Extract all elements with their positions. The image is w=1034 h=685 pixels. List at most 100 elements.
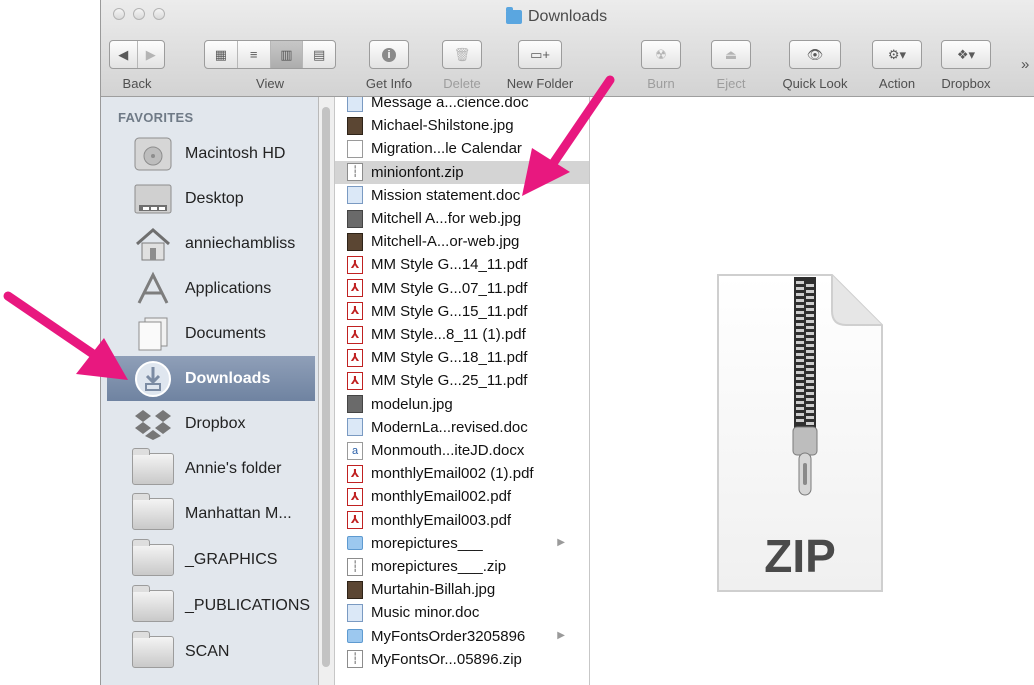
file-row[interactable]: ⅄ MM Style G...25_11.pdf bbox=[335, 369, 589, 392]
dropbox-button[interactable]: ❖▾ bbox=[941, 40, 991, 69]
cover-flow-icon[interactable]: ▤ bbox=[303, 41, 335, 68]
scrollbar-thumb[interactable] bbox=[322, 107, 330, 667]
new-folder-button[interactable]: ▭+ bbox=[518, 40, 562, 69]
delete-button[interactable]: 🗑 bbox=[442, 40, 482, 69]
quick-look-button[interactable]: 👁 bbox=[789, 40, 841, 69]
eject-button[interactable]: ⏏ bbox=[711, 40, 751, 69]
file-name: Michael-Shilstone.jpg bbox=[371, 117, 514, 135]
file-row[interactable]: ⅄ monthlyEmail002 (1).pdf bbox=[335, 462, 589, 485]
sidebar-item-home[interactable]: anniechambliss bbox=[107, 221, 315, 266]
desktop-icon bbox=[131, 179, 175, 219]
info-glyph: i bbox=[382, 47, 396, 62]
zoom-window-button[interactable] bbox=[153, 8, 165, 20]
file-row[interactable]: Mitchell A...for web.jpg bbox=[335, 207, 589, 230]
sidebar-item-macintosh-hd[interactable]: Macintosh HD bbox=[107, 131, 315, 176]
file-name: morepictures___ bbox=[371, 534, 483, 552]
file-name: Migration...le Calendar bbox=[371, 140, 522, 158]
sidebar-item-label: Desktop bbox=[185, 189, 244, 207]
action-button[interactable]: ⚙▾ bbox=[872, 40, 922, 69]
forward-arrow-icon[interactable]: ▶ bbox=[138, 41, 165, 68]
dropbox-icon bbox=[131, 404, 175, 444]
sidebar-item-downloads[interactable]: Downloads bbox=[107, 356, 315, 401]
view-label: View bbox=[256, 76, 284, 91]
sidebar-item-annies-folder[interactable]: Annie's folder bbox=[107, 446, 315, 491]
file-row[interactable]: Murtahin-Billah.jpg bbox=[335, 578, 589, 601]
icon-view-icon[interactable]: ▦ bbox=[205, 41, 238, 68]
file-row[interactable]: ┆ MyFontsOr...05896.zip bbox=[335, 648, 589, 671]
file-row[interactable]: morepictures___ ▶ bbox=[335, 532, 589, 555]
file-row[interactable]: modelun.jpg bbox=[335, 393, 589, 416]
trash-icon: 🗑 bbox=[453, 46, 471, 62]
action-label: Action bbox=[878, 76, 916, 91]
pdf-file-icon: ⅄ bbox=[347, 464, 363, 483]
quick-look-label: Quick Look bbox=[782, 76, 848, 91]
new-folder-icon: ▭+ bbox=[530, 46, 550, 62]
file-row[interactable]: ⅄ MM Style G...18_11.pdf bbox=[335, 346, 589, 369]
file-row[interactable]: Message a...cience.doc bbox=[335, 97, 589, 114]
disclosure-arrow-icon: ▶ bbox=[557, 629, 565, 641]
minimize-window-button[interactable] bbox=[133, 8, 145, 20]
file-row[interactable]: Music minor.doc bbox=[335, 601, 589, 624]
sidebar-item-label: SCAN bbox=[185, 642, 230, 660]
back-arrow-icon[interactable]: ◀ bbox=[110, 41, 138, 68]
sidebar-item-dropbox[interactable]: Dropbox bbox=[107, 401, 315, 446]
new-folder-label: New Folder bbox=[506, 76, 574, 91]
sidebar-item-label: Documents bbox=[185, 324, 266, 342]
file-row[interactable]: a Monmouth...iteJD.docx bbox=[335, 439, 589, 462]
disclosure-arrow-icon: ▶ bbox=[557, 536, 565, 548]
file-name: Monmouth...iteJD.docx bbox=[371, 442, 525, 459]
image-file-icon bbox=[347, 209, 363, 228]
sidebar-item-documents[interactable]: Documents bbox=[107, 311, 315, 356]
toolbar-overflow-button[interactable]: » bbox=[1021, 56, 1029, 73]
sidebar-item-label: Applications bbox=[185, 279, 272, 297]
file-row[interactable]: Migration...le Calendar bbox=[335, 137, 589, 160]
file-row[interactable]: ⅄ monthlyEmail002.pdf bbox=[335, 485, 589, 508]
file-row[interactable]: Mission statement.doc bbox=[335, 184, 589, 207]
applications-icon bbox=[131, 269, 175, 309]
file-row[interactable]: Mitchell-A...or-web.jpg bbox=[335, 230, 589, 253]
file-name: MM Style G...07_11.pdf bbox=[371, 279, 528, 297]
sidebar-item-scan[interactable]: SCAN bbox=[107, 629, 315, 674]
file-row[interactable]: Michael-Shilstone.jpg bbox=[335, 114, 589, 137]
file-row[interactable]: ModernLa...revised.doc bbox=[335, 416, 589, 439]
sidebar-item-graphics[interactable]: _GRAPHICS bbox=[107, 537, 315, 582]
file-name: ModernLa...revised.doc bbox=[371, 418, 528, 436]
burn-button[interactable]: ☢ bbox=[641, 40, 681, 69]
pdf-file-icon: ⅄ bbox=[347, 371, 363, 390]
file-name: monthlyEmail002 (1).pdf bbox=[371, 465, 534, 483]
file-row[interactable]: ⅄ MM Style G...14_11.pdf bbox=[335, 253, 589, 276]
folder-icon bbox=[131, 630, 175, 672]
column-view-icon[interactable]: ▥ bbox=[270, 41, 304, 68]
eject-icon: ⏏ bbox=[724, 46, 738, 62]
file-name: MM Style G...18_11.pdf bbox=[371, 349, 528, 367]
photo-file-icon bbox=[347, 116, 363, 135]
documents-icon bbox=[131, 314, 175, 354]
window-title: Downloads bbox=[506, 6, 607, 28]
sidebar-section-favorites: FAVORITES bbox=[118, 110, 194, 125]
file-row[interactable]: ┆ morepictures___.zip bbox=[335, 555, 589, 578]
gear-icon: ⚙▾ bbox=[887, 46, 907, 62]
get-info-button[interactable]: i bbox=[369, 40, 409, 69]
photo-file-icon bbox=[347, 580, 363, 599]
zip-archive-icon: ZIP bbox=[710, 267, 890, 597]
close-window-button[interactable] bbox=[113, 8, 125, 20]
list-view-icon[interactable]: ≡ bbox=[238, 41, 271, 68]
sidebar-item-publications[interactable]: _PUBLICATIONS bbox=[107, 583, 315, 628]
home-icon bbox=[131, 224, 175, 264]
pdf-file-icon: ⅄ bbox=[347, 348, 363, 367]
file-name: Mitchell-A...or-web.jpg bbox=[371, 233, 520, 251]
file-row[interactable]: ⅄ MM Style G...07_11.pdf bbox=[335, 277, 589, 300]
sidebar-item-desktop[interactable]: Desktop bbox=[107, 176, 315, 221]
sidebar-item-applications[interactable]: Applications bbox=[107, 266, 315, 311]
photo-file-icon bbox=[347, 232, 363, 251]
sidebar-item-label: _GRAPHICS bbox=[185, 550, 278, 568]
sidebar-item-manhattan[interactable]: Manhattan M... bbox=[107, 491, 315, 536]
pdf-file-icon: ⅄ bbox=[347, 487, 363, 506]
file-row[interactable]: ⅄ monthlyEmail003.pdf bbox=[335, 509, 589, 532]
file-row[interactable]: ⅄ MM Style G...15_11.pdf bbox=[335, 300, 589, 323]
sidebar-scrollbar[interactable] bbox=[319, 97, 335, 685]
file-name: morepictures___.zip bbox=[371, 558, 507, 575]
file-row[interactable]: ⅄ MM Style...8_11 (1).pdf bbox=[335, 323, 589, 346]
file-row[interactable]: MyFontsOrder3205896 ▶ bbox=[335, 625, 589, 648]
file-row[interactable]: ┆ minionfont.zip bbox=[335, 160, 589, 184]
